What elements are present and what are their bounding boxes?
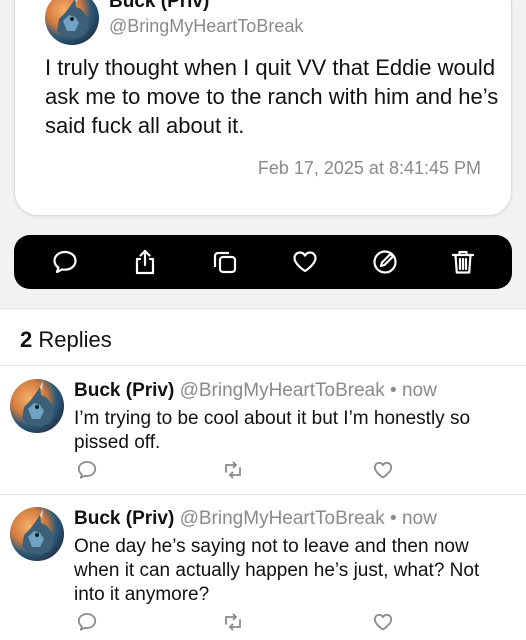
heart-icon[interactable] bbox=[372, 611, 394, 633]
heart-icon[interactable] bbox=[372, 459, 394, 481]
reply-time: now bbox=[401, 380, 437, 401]
reply-text: One day he’s saying not to leave and the… bbox=[74, 536, 480, 605]
reply-handle[interactable]: @BringMyHeartToBreak bbox=[180, 508, 385, 529]
reply-author-name[interactable]: Buck (Priv) bbox=[74, 508, 174, 529]
repost-icon[interactable] bbox=[222, 459, 244, 481]
repost-icon[interactable] bbox=[222, 611, 244, 633]
avatar[interactable] bbox=[10, 507, 64, 561]
avatar[interactable] bbox=[45, 0, 99, 45]
replies-count-label: Replies bbox=[38, 327, 112, 352]
heart-icon[interactable] bbox=[291, 248, 319, 276]
post-card: Buck (Priv) @BringMyHeartToBreak I truly… bbox=[14, 0, 512, 216]
reply-item[interactable]: Buck (Priv) @BringMyHeartToBreak • now O… bbox=[0, 495, 526, 640]
post-handle[interactable]: @BringMyHeartToBreak bbox=[109, 16, 303, 37]
avatar[interactable] bbox=[10, 379, 64, 433]
replies-header: 2 Replies bbox=[0, 308, 526, 366]
reply-icon[interactable] bbox=[51, 248, 79, 276]
replies-count-number: 2 bbox=[20, 327, 33, 352]
reply-author-name[interactable]: Buck (Priv) bbox=[74, 380, 174, 401]
post-action-bar bbox=[14, 235, 512, 289]
reply-item[interactable]: Buck (Priv) @BringMyHeartToBreak • now I… bbox=[0, 367, 526, 493]
post-text: I truly thought when I quit VV that Eddi… bbox=[45, 55, 499, 138]
share-icon[interactable] bbox=[131, 248, 159, 276]
trash-icon[interactable] bbox=[449, 248, 477, 276]
reply-separator: • bbox=[390, 380, 397, 401]
reply-separator: • bbox=[390, 508, 397, 529]
reply-icon[interactable] bbox=[76, 611, 98, 633]
post-timestamp: Feb 17, 2025 at 8:41:45 PM bbox=[257, 158, 481, 178]
reply-header: Buck (Priv) @BringMyHeartToBreak • now bbox=[74, 380, 437, 402]
replies-count: 2 Replies bbox=[20, 327, 112, 353]
reply-header: Buck (Priv) @BringMyHeartToBreak • now bbox=[74, 508, 437, 530]
reply-handle[interactable]: @BringMyHeartToBreak bbox=[180, 380, 385, 401]
reply-time: now bbox=[401, 508, 437, 529]
copy-icon[interactable] bbox=[211, 248, 239, 276]
reply-text: I’m trying to be cool about it but I’m h… bbox=[74, 408, 471, 453]
reply-icon[interactable] bbox=[76, 459, 98, 481]
edit-icon[interactable] bbox=[371, 248, 399, 276]
post-author-name[interactable]: Buck (Priv) bbox=[109, 0, 209, 13]
